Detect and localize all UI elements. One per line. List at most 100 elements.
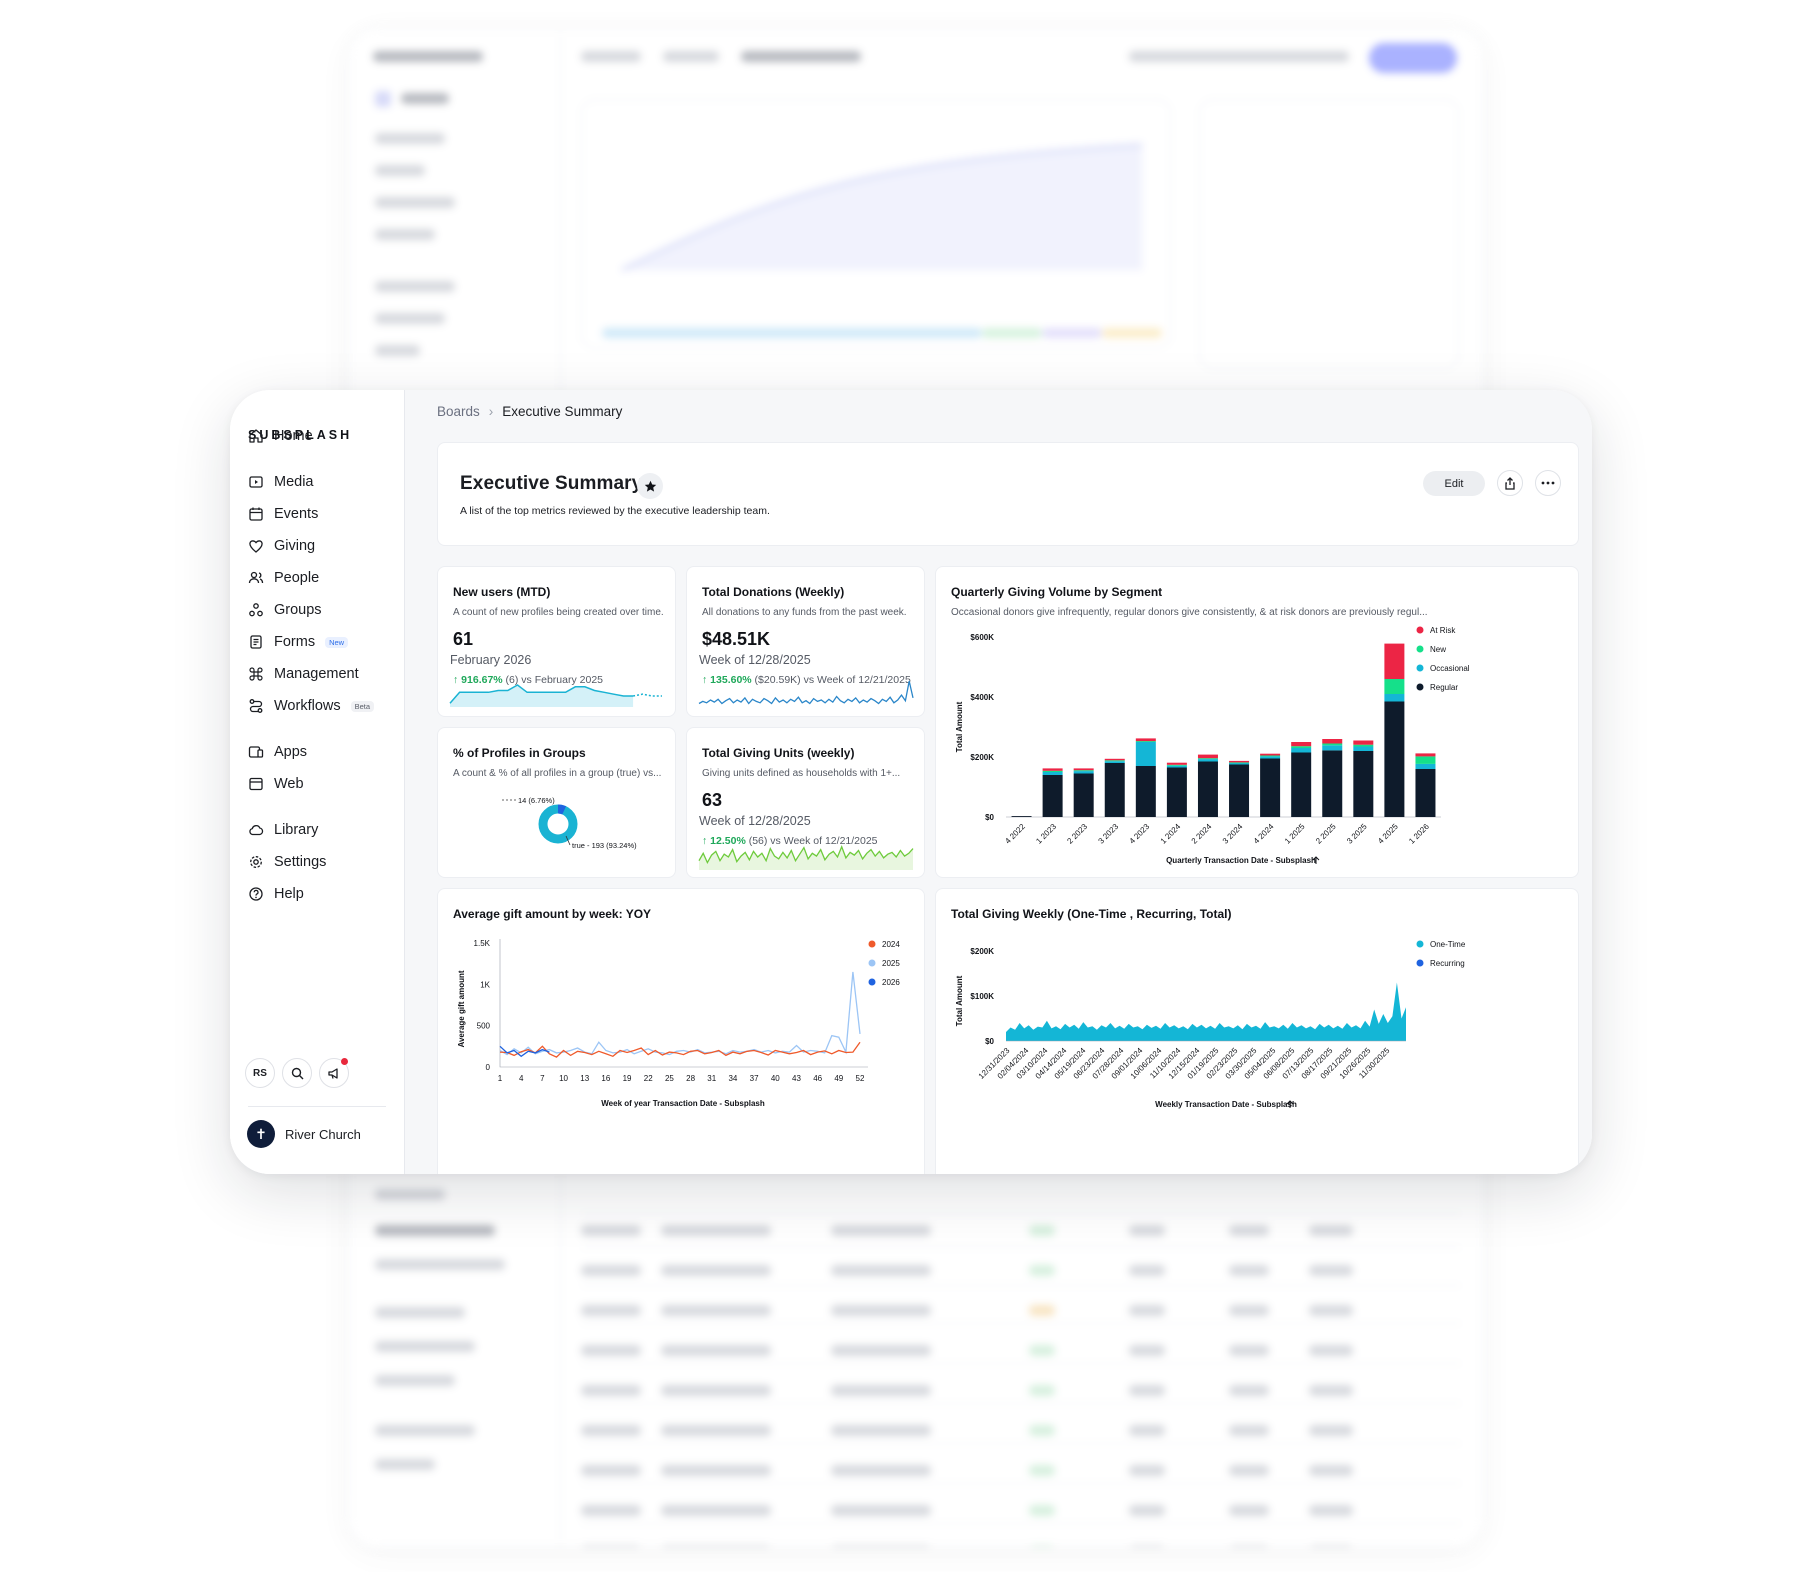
background-table-cell	[1029, 1225, 1055, 1236]
background-table-cell	[1029, 1545, 1055, 1547]
bar-segment-regular	[1353, 751, 1374, 817]
sidebar-item-people[interactable]: People	[248, 565, 319, 591]
x-tick-label: 49	[834, 1074, 843, 1083]
bar-segment-at-risk	[1384, 643, 1405, 679]
search-button[interactable]	[282, 1058, 312, 1088]
giving-weekly-card[interactable]: Total Giving Weekly (One-Time , Recurrin…	[935, 888, 1579, 1174]
x-tick-label: 3 2023	[1096, 822, 1120, 846]
bar-segment-occasional	[1384, 694, 1405, 702]
bar-segment-at-risk	[1197, 754, 1218, 759]
x-tick-label: 40	[771, 1074, 780, 1083]
sidebar-item-label: People	[274, 570, 320, 586]
total-donations-card[interactable]: Total Donations (Weekly) All donations t…	[686, 566, 925, 717]
x-tick-label: 31	[707, 1074, 716, 1083]
background-table-cell	[661, 1545, 771, 1547]
donut-label-false: 14 (6.76%)	[518, 796, 555, 805]
background-table-cell	[831, 1345, 931, 1356]
media-icon	[249, 476, 263, 488]
megaphone-icon	[328, 1067, 338, 1079]
gear-icon	[250, 856, 262, 868]
user-avatar-button[interactable]: RS	[245, 1058, 275, 1088]
background-table-cell	[831, 1545, 931, 1547]
background-table-cell	[831, 1425, 931, 1436]
bar-segment-at-risk	[1229, 760, 1250, 763]
bar-segment-at-risk	[1073, 768, 1094, 771]
background-table-cell	[661, 1265, 771, 1276]
share-button[interactable]	[1497, 470, 1523, 496]
background-table-cell	[831, 1265, 931, 1276]
x-tick-label: 4 2024	[1252, 822, 1276, 846]
bar-segment-regular	[1197, 761, 1218, 817]
quarterly-giving-card[interactable]: Quarterly Giving Volume by Segment Occas…	[935, 566, 1579, 878]
edit-button[interactable]: Edit	[1423, 471, 1485, 496]
background-table-cell	[1309, 1465, 1353, 1476]
sidebar-item-library[interactable]: Library	[248, 817, 318, 843]
sidebar-item-web[interactable]: Web	[248, 771, 304, 797]
breadcrumb-parent[interactable]: Boards	[437, 404, 480, 419]
background-table-cell	[1229, 1345, 1269, 1356]
sidebar-item-media[interactable]: Media	[248, 469, 314, 495]
organization-switcher[interactable]: ✝ River Church	[247, 1120, 361, 1148]
background-table-cell	[661, 1425, 771, 1436]
announcements-button[interactable]	[319, 1058, 349, 1088]
x-tick-label: 19	[623, 1074, 632, 1083]
background-table-cell	[581, 1465, 641, 1476]
beta-badge: Beta	[350, 700, 375, 712]
sidebar-item-settings[interactable]: Settings	[248, 849, 326, 875]
average-gift-card[interactable]: Average gift amount by week: YOY 0 500 1K 1…	[437, 888, 925, 1174]
y-tick-label: 500	[477, 1022, 491, 1031]
x-tick-label: 46	[813, 1074, 822, 1083]
x-tick-label: 52	[856, 1074, 865, 1083]
sidebar-item-management[interactable]: Management	[248, 661, 359, 687]
sidebar-item-giving[interactable]: Giving	[248, 533, 315, 559]
bar-segment-at-risk	[1260, 753, 1281, 756]
sidebar-item-workflows[interactable]: Workflows Beta	[248, 693, 375, 719]
x-tick-label: 1 2024	[1159, 822, 1183, 846]
bar-segment-at-risk	[1322, 739, 1343, 744]
legend-swatch	[1416, 645, 1424, 653]
line-series-2024	[499, 1041, 861, 1058]
sidebar-item-apps[interactable]: Apps	[248, 739, 307, 765]
bar-segment-occasional	[1042, 772, 1063, 775]
background-table-cell	[1309, 1225, 1353, 1236]
page-title: Executive Summary	[460, 473, 643, 494]
background-table-cell	[1029, 1305, 1055, 1316]
background-table-cell	[1029, 1505, 1055, 1516]
bar-segment-regular	[1166, 767, 1187, 817]
giving-units-card[interactable]: Total Giving Units (weekly) Giving units…	[686, 727, 925, 878]
bar-segment-regular	[1073, 773, 1094, 817]
background-table-cell	[1129, 1225, 1165, 1236]
sidebar-item-events[interactable]: Events	[248, 501, 318, 527]
bar-segment-new	[1384, 679, 1405, 694]
sidebar-item-groups[interactable]: Groups	[248, 597, 322, 623]
background-table-cell	[1229, 1385, 1269, 1396]
sidebar-item-label: Management	[274, 666, 359, 682]
cloud-icon	[249, 825, 264, 836]
background-table-cell	[581, 1425, 641, 1436]
favorite-button[interactable]	[637, 473, 663, 499]
background-table-cell	[1309, 1265, 1353, 1276]
sidebar-item-help[interactable]: Help	[248, 881, 304, 907]
organization-name: River Church	[285, 1126, 361, 1142]
sidebar-item-forms[interactable]: Forms New	[248, 629, 349, 655]
new-users-card[interactable]: New users (MTD) A count of new profiles …	[437, 566, 676, 717]
new-users-sparkline	[449, 684, 662, 707]
giving-weekly-chart: $0$100K$200KTotal Amount12/31/202302/04/…	[955, 940, 1466, 1109]
sidebar-item-label: Groups	[274, 602, 322, 618]
app-window: SUBSPLASH Home Media Events Giving Peopl…	[230, 390, 1592, 1174]
sidebar-item-label: Library	[274, 822, 319, 838]
background-table-cell	[831, 1505, 931, 1516]
background-table-cell	[1309, 1505, 1353, 1516]
sidebar-item-label: Forms	[274, 634, 316, 650]
y-axis-label: Total Amount	[955, 701, 964, 752]
chevron-right-icon: ›	[488, 404, 494, 419]
bar-segment-at-risk	[1104, 758, 1125, 761]
sidebar-item-home[interactable]: Home	[248, 423, 313, 449]
background-table-cell	[581, 1345, 641, 1356]
profiles-in-groups-card[interactable]: % of Profiles in Groups A count & % of a…	[437, 727, 676, 878]
y-tick-label: $600K	[970, 633, 994, 642]
more-options-button[interactable]	[1535, 470, 1561, 496]
x-tick-label: 28	[686, 1074, 695, 1083]
bar-segment-at-risk	[1042, 768, 1063, 771]
x-tick-label: 37	[750, 1074, 759, 1083]
